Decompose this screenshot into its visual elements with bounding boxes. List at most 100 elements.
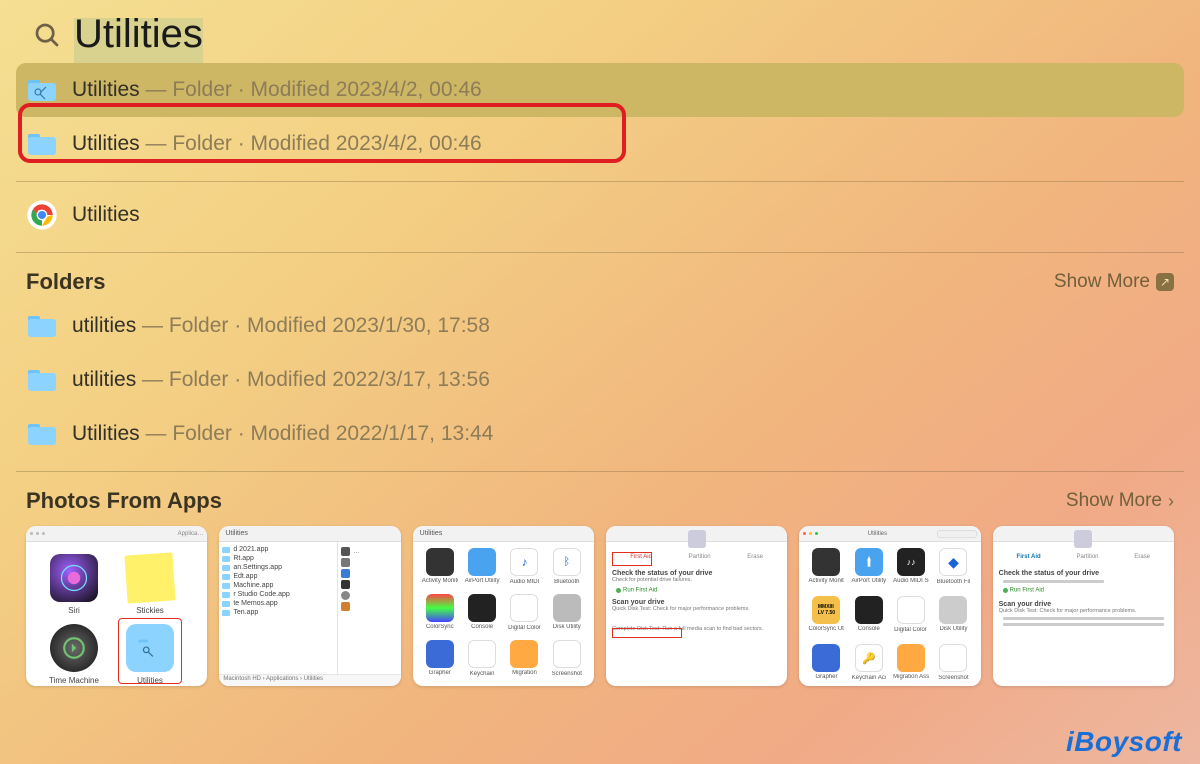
chrome-icon (26, 199, 58, 231)
list-item: Edt.app (233, 573, 257, 580)
result-meta: — Folder · Modified 2023/4/2, 00:46 (140, 78, 482, 101)
result-meta: — Folder · Modified 2023/1/30, 17:58 (136, 314, 490, 337)
folder-icon (26, 364, 58, 396)
spotlight-search-input[interactable] (66, 12, 866, 57)
thumb-label: Time Machine (44, 676, 104, 685)
app-label: Migration (506, 670, 542, 676)
app-label: Activity Monitor (808, 578, 844, 584)
photo-thumbnail[interactable]: Utilities Activity Monitor AirPort Utili… (799, 526, 980, 686)
disk-icon (1074, 530, 1092, 548)
result-name: Utilities (72, 203, 140, 227)
list-item: Machine.app (233, 582, 273, 589)
search-bar: Utilities (0, 0, 1200, 63)
app-label: ColorSync Utility (808, 626, 844, 632)
folder-icon (26, 418, 58, 450)
list-item: r Studio Code.app (233, 591, 289, 598)
folder-icon (26, 128, 58, 160)
thumb-title: Utilities (821, 531, 933, 537)
show-more-label: Show More (1066, 490, 1162, 512)
watermark-logo: iBoysoft (1066, 726, 1182, 758)
app-label: Migration Assistant (893, 674, 929, 680)
photo-thumbnail[interactable]: Applica… Siri Stickies Time Machine Util… (26, 526, 207, 686)
result-row-utilities-chrome[interactable]: Utilities (16, 188, 1184, 242)
app-label: Screenshot (936, 675, 970, 681)
folders-section-header: Folders Show More ↗ (0, 259, 1200, 299)
section-divider (16, 471, 1184, 472)
photos-thumbnail-row: Applica… Siri Stickies Time Machine Util… (0, 518, 1200, 686)
photo-thumbnail[interactable]: First Aid Partition Erase Check the stat… (606, 526, 787, 686)
thumb-text: Scan your drive (612, 599, 781, 606)
result-meta: — Folder · Modified 2022/3/17, 13:56 (136, 368, 490, 391)
tab-label: Partition (689, 554, 711, 560)
result-row-utilities-folder[interactable]: Utilities — Folder · Modified 2023/4/2, … (16, 117, 1184, 171)
folders-results-list: utilities — Folder · Modified 2023/1/30,… (0, 299, 1200, 461)
list-item: an.Settings.app (233, 564, 282, 571)
result-meta: — Folder · Modified 2022/1/17, 13:44 (140, 422, 494, 445)
photo-thumbnail[interactable]: Utilities d 2021.app Rt.app an.Settings.… (219, 526, 400, 686)
section-divider (16, 181, 1184, 182)
folders-show-more-link[interactable]: Show More ↗ (1054, 271, 1174, 293)
folder-icon (26, 310, 58, 342)
section-divider (16, 252, 1184, 253)
result-name: Utilities (72, 132, 140, 155)
folder-result-row[interactable]: utilities — Folder · Modified 2023/1/30,… (16, 299, 1184, 353)
web-results-section: Utilities (0, 188, 1200, 242)
thumb-text: Scan your drive (999, 601, 1168, 608)
thumb-title: Utilities (225, 530, 248, 537)
thumb-text: Run First Aid (1010, 587, 1044, 593)
result-name: utilities (72, 314, 136, 337)
chevron-right-icon: › (1168, 491, 1174, 512)
show-more-label: Show More (1054, 271, 1150, 293)
app-label: Bluetooth Fil (936, 579, 970, 585)
arrow-out-icon: ↗ (1156, 273, 1174, 291)
photos-title: Photos From Apps (26, 488, 222, 514)
thumb-label: Stickies (126, 606, 174, 615)
folders-title: Folders (26, 269, 105, 295)
tab-label: Partition (1077, 554, 1099, 560)
list-item: te Memos.app (233, 600, 277, 607)
app-label: AirPort Utility (464, 578, 500, 584)
app-label: ColorSync (422, 624, 458, 630)
thumb-text: Check the status of your drive (999, 570, 1168, 577)
tab-label: Erase (747, 554, 763, 560)
folder-result-row[interactable]: utilities — Folder · Modified 2022/3/17,… (16, 353, 1184, 407)
thumb-text: Quick Disk Test: Check for major perform… (612, 606, 781, 612)
thumb-label: Siri (50, 606, 98, 615)
photos-section-header: Photos From Apps Show More › (0, 478, 1200, 518)
list-item: Rt.app (233, 555, 254, 562)
search-icon (28, 16, 66, 54)
thumb-title: Utilities (420, 530, 443, 537)
photo-thumbnail[interactable]: First Aid Partition Erase Check the stat… (993, 526, 1174, 686)
result-row-utilities-folder-top-hit[interactable]: Utilities — Folder · Modified 2023/4/2, … (16, 63, 1184, 117)
app-label: Activity Monitor (422, 578, 458, 584)
thumb-text: Check the status of your drive (612, 570, 781, 577)
app-label: Audio MIDI (507, 579, 541, 585)
thumb-text: Check for potential drive failures. (612, 577, 781, 583)
result-meta: — Folder · Modified 2023/4/2, 00:46 (140, 132, 482, 155)
app-label: Audio MIDI Setup (893, 578, 929, 584)
app-label: Keychain Access (852, 675, 886, 681)
result-name: utilities (72, 368, 136, 391)
app-label: Bluetooth (550, 579, 584, 585)
photo-thumbnail[interactable]: Utilities Activity Monitor AirPort Utili… (413, 526, 594, 686)
disk-icon (688, 530, 706, 548)
top-results-section: Utilities — Folder · Modified 2023/4/2, … (0, 63, 1200, 171)
app-label: Console (464, 624, 500, 630)
list-item: Ten.app (233, 609, 258, 616)
app-label: AirPort Utility (851, 578, 887, 584)
result-name: Utilities (72, 78, 140, 101)
tab-label: Erase (1134, 554, 1150, 560)
app-label: Disk Utility (935, 626, 971, 632)
app-label: Keychain (465, 671, 499, 677)
thumb-text: Run First Aid (623, 587, 657, 593)
photos-show-more-link[interactable]: Show More › (1066, 490, 1174, 512)
app-label: Digital Color (507, 625, 541, 631)
thumb-breadcrumb: Macintosh HD › Applications › Utilities (219, 674, 400, 686)
result-name: Utilities (72, 422, 140, 445)
app-label: Screenshot (550, 671, 584, 677)
app-label: Digital Color Meter (894, 627, 928, 633)
thumb-text: Quick Disk Test: Check for major perform… (999, 608, 1168, 614)
folder-result-row[interactable]: Utilities — Folder · Modified 2022/1/17,… (16, 407, 1184, 461)
app-label: Console (851, 626, 887, 632)
folder-utilities-icon (26, 74, 58, 106)
